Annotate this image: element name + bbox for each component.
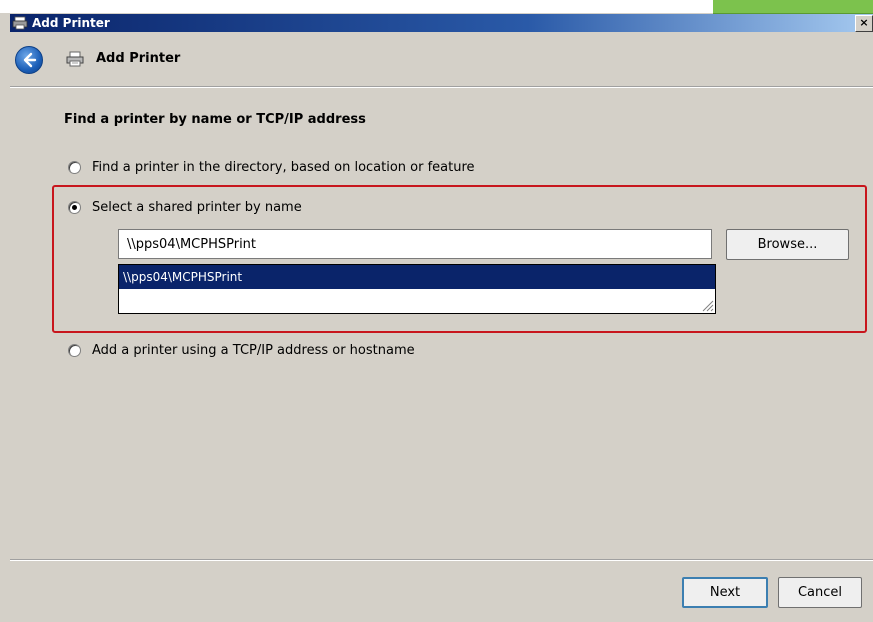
printer-name-input[interactable] xyxy=(118,229,712,259)
printer-icon xyxy=(12,16,28,30)
radio-tcpip[interactable] xyxy=(68,344,81,357)
radio-find-in-directory[interactable] xyxy=(68,161,81,174)
add-printer-window: Add Printer × Add Printer Find a printer… xyxy=(0,0,873,622)
autocomplete-list[interactable]: \\pps04\MCPHSPrint xyxy=(118,264,716,314)
header-divider xyxy=(10,86,873,88)
title-bar[interactable]: Add Printer × xyxy=(10,14,873,32)
browse-button[interactable]: Browse... xyxy=(726,229,849,260)
option-label: Find a printer in the directory, based o… xyxy=(92,160,475,175)
resize-grip-icon[interactable] xyxy=(700,298,714,312)
wizard-header: Add Printer xyxy=(10,32,873,86)
autocomplete-item[interactable]: \\pps04\MCPHSPrint xyxy=(119,265,715,289)
window-title: Add Printer xyxy=(32,16,110,30)
back-arrow-icon xyxy=(23,52,37,68)
close-button[interactable]: × xyxy=(855,15,873,32)
background-strip xyxy=(0,0,713,13)
cancel-button[interactable]: Cancel xyxy=(778,577,862,608)
next-button[interactable]: Next xyxy=(682,577,768,608)
option-label: Add a printer using a TCP/IP address or … xyxy=(92,343,415,358)
footer-divider xyxy=(10,559,873,561)
page-heading: Find a printer by name or TCP/IP address xyxy=(64,112,366,127)
wizard-content: Add Printer Find a printer by name or TC… xyxy=(10,32,873,622)
back-button[interactable] xyxy=(15,46,43,74)
option-label: Select a shared printer by name xyxy=(92,200,302,215)
radio-select-shared-printer[interactable] xyxy=(68,201,81,214)
background-accent xyxy=(713,0,873,14)
printer-icon xyxy=(66,51,84,67)
wizard-title: Add Printer xyxy=(96,51,181,66)
